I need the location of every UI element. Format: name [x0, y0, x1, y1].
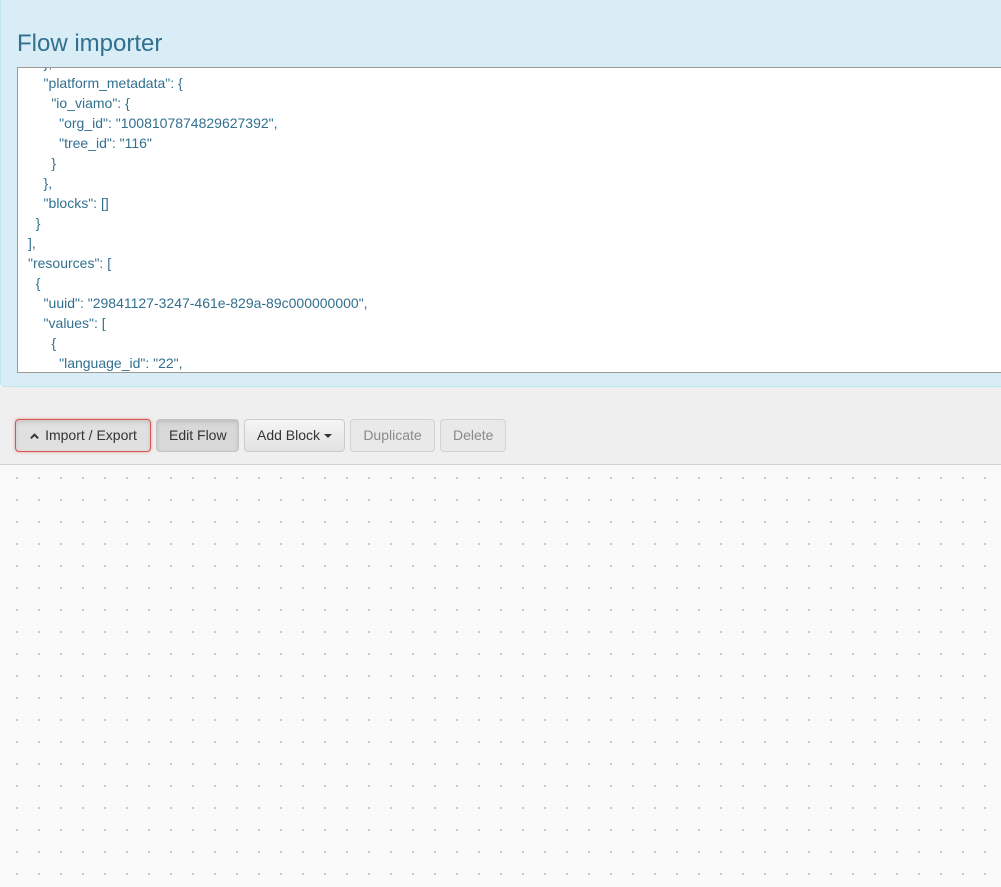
json-line: "language_id": "22",	[28, 355, 183, 371]
edit-flow-label: Edit Flow	[169, 427, 227, 443]
delete-button[interactable]: Delete	[440, 419, 506, 452]
flow-canvas[interactable]	[0, 465, 1001, 887]
add-block-label: Add Block	[257, 427, 321, 443]
flow-importer-panel: Flow importer }, "platform_metadata": { …	[0, 0, 1001, 387]
json-line: "uuid": "29841127-3247-461e-829a-89c0000…	[28, 295, 368, 311]
duplicate-label: Duplicate	[363, 427, 422, 443]
add-block-button[interactable]: Add Block	[244, 419, 345, 452]
import-export-button[interactable]: Import / Export	[15, 419, 151, 452]
json-line: },	[28, 175, 53, 191]
json-line: "resources": [	[28, 255, 112, 271]
json-line: }	[28, 215, 41, 231]
json-line: {	[28, 335, 57, 351]
flow-toolbar: Import / Export Edit Flow Add Block Dupl…	[0, 387, 1001, 465]
json-line: "blocks": []	[28, 195, 109, 211]
json-line: {	[28, 275, 41, 291]
json-line: ],	[28, 235, 36, 251]
json-editor[interactable]: }, "platform_metadata": { "io_viamo": { …	[17, 67, 1001, 373]
chevron-up-icon	[30, 433, 39, 440]
delete-label: Delete	[453, 427, 494, 443]
json-line: "values": [	[28, 315, 106, 331]
json-line: }	[28, 155, 57, 171]
json-line: "tree_id": "116"	[28, 135, 152, 151]
import-export-label: Import / Export	[45, 427, 137, 443]
json-line: "io_viamo": {	[28, 95, 130, 111]
edit-flow-button[interactable]: Edit Flow	[156, 419, 239, 452]
caret-down-icon	[324, 434, 333, 438]
json-line: "org_id": "1008107874829627392",	[28, 115, 278, 131]
json-code-lines: }, "platform_metadata": { "io_viamo": { …	[28, 68, 368, 372]
importer-title: Flow importer	[17, 30, 163, 57]
json-line: "platform_metadata": {	[28, 75, 183, 91]
duplicate-button[interactable]: Duplicate	[350, 419, 435, 452]
